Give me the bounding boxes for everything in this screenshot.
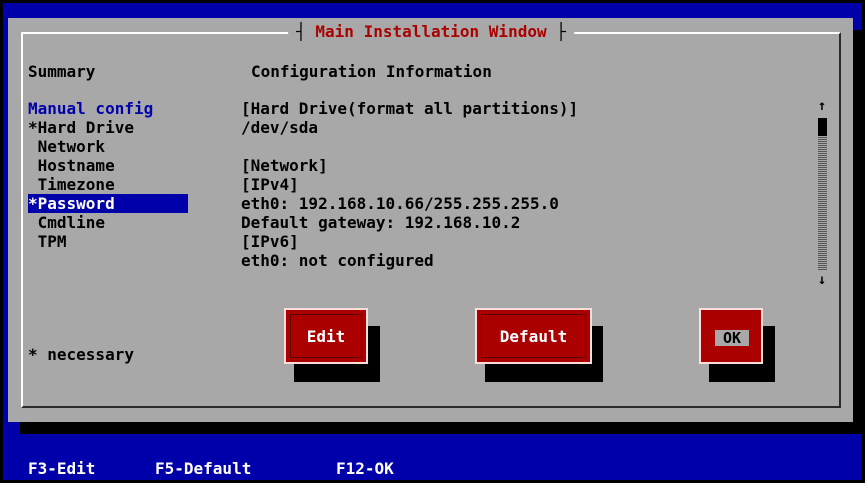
main-installation-window: ┤ Main Installation Window ├ Summary Con… [8,18,853,422]
config-line: /dev/sda [241,118,319,137]
sidebar-item-manual-config[interactable]: Manual config [28,99,153,118]
config-line: eth0: not configured [241,251,434,270]
summary-header: Summary [28,62,96,81]
sidebar-item-hostname[interactable]: Hostname [28,156,115,175]
scroll-thumb[interactable] [818,118,827,136]
sidebar-item-cmdline[interactable]: Cmdline [28,213,105,232]
config-line: [IPv4] [241,175,299,194]
ok-button-label: OK [715,330,749,346]
footer-key-f12[interactable]: F12-OK [336,459,394,478]
ok-button[interactable]: OK [699,308,763,364]
sidebar-item-password[interactable]: *Password [28,194,188,213]
sidebar-item-tpm[interactable]: TPM [28,232,67,251]
sidebar-item-hard-drive[interactable]: *Hard Drive [28,118,134,137]
config-line: eth0: 192.168.10.66/255.255.255.0 [241,194,559,213]
default-button-label: Default [481,314,586,358]
window-title: ┤ Main Installation Window ├ [288,20,574,44]
scroll-up-icon[interactable]: ↑ [816,98,828,114]
sidebar-item-network[interactable]: Network [28,137,105,156]
config-line: [IPv6] [241,232,299,251]
scroll-down-icon[interactable]: ↓ [816,272,828,288]
scroll-track[interactable] [818,118,827,270]
default-button[interactable]: Default [475,308,592,364]
window-title-text: Main Installation Window [315,22,547,41]
config-line: [Hard Drive(format all partitions)] [241,99,579,118]
config-line: [Network] [241,156,328,175]
config-scrollbar[interactable]: ↑ ↓ [816,98,828,288]
necessary-note: * necessary [28,345,134,364]
edit-button[interactable]: Edit [284,308,368,364]
footer-key-f3[interactable]: F3-Edit [28,459,95,478]
sidebar-item-timezone[interactable]: Timezone [28,175,115,194]
config-header: Configuration Information [251,62,492,81]
edit-button-label: Edit [290,314,362,358]
config-line: Default gateway: 192.168.10.2 [241,213,521,232]
footer-key-f5[interactable]: F5-Default [155,459,251,478]
